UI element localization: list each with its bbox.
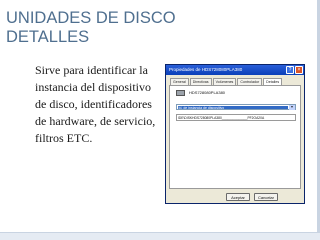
footer-band	[0, 233, 320, 240]
property-dropdown-value: Id. de instancia de dispositivo	[177, 105, 288, 109]
tab-controlador[interactable]: Controlador	[237, 78, 263, 85]
tab-volumenes[interactable]: Volúmenes	[212, 78, 237, 85]
tab-detalles[interactable]: Detalles	[263, 78, 283, 85]
hard-drive-icon	[176, 90, 185, 96]
slide-title-line2: DETALLES	[6, 28, 90, 46]
tab-general[interactable]: General	[170, 78, 189, 85]
help-button[interactable]: ?	[286, 66, 294, 74]
dialog-tabs: General Directivas Volúmenes Controlador…	[170, 78, 283, 85]
dialog-title: Propiedades de HDS728080PLA380	[169, 67, 243, 72]
cancel-button[interactable]: Cancelar	[254, 193, 278, 201]
chevron-down-icon[interactable]: ▼	[289, 105, 295, 110]
property-value-list[interactable]: IDE\DISKHDS728080PLA380______________PF2…	[176, 114, 296, 121]
property-value: IDE\DISKHDS728080PLA380______________PF2…	[178, 116, 265, 120]
accept-button[interactable]: Aceptar	[226, 193, 250, 201]
slide-title-line1: UNIDADES DE DISCO	[6, 9, 176, 27]
dialog-titlebar[interactable]: Propiedades de HDS728080PLA380 ? ×	[166, 65, 304, 75]
property-dropdown[interactable]: Id. de instancia de dispositivo ▼	[176, 104, 296, 110]
slide-title: UNIDADES DE DISCO DETALLES	[6, 9, 186, 47]
tab-directivas[interactable]: Directivas	[189, 78, 212, 85]
close-button[interactable]: ×	[295, 66, 303, 74]
properties-dialog: Propiedades de HDS728080PLA380 ? × Gener…	[165, 64, 305, 204]
details-panel: HDS728080PLA380 Id. de instancia de disp…	[169, 85, 301, 189]
device-name: HDS728080PLA380	[189, 90, 226, 95]
slide-body-text: Sirve para identificar la instancia del …	[35, 63, 156, 145]
